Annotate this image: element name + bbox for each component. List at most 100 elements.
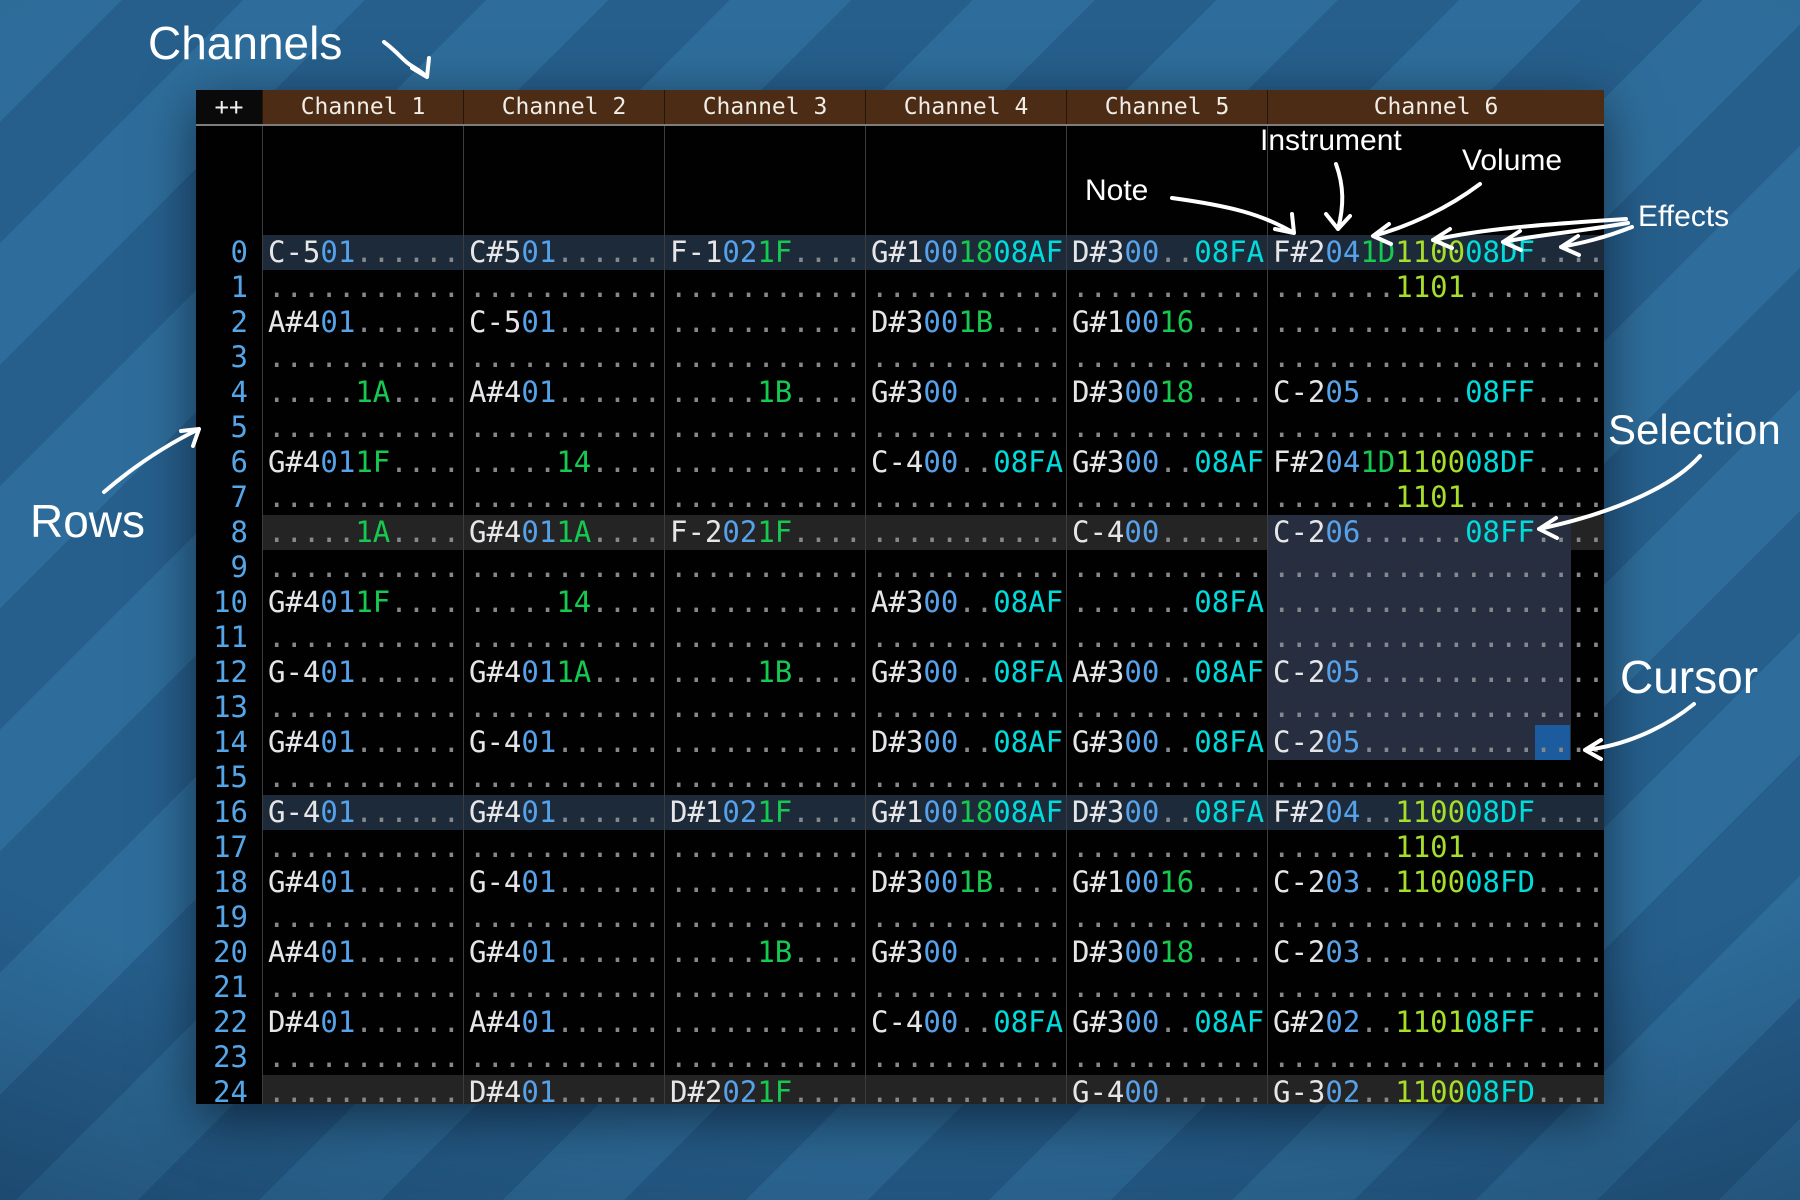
pattern-cell-ch3[interactable]: ........... [664, 620, 865, 655]
pattern-cell-ch3[interactable]: .....1B.... [664, 375, 865, 410]
pattern-cell-ch2[interactable]: .....14.... [463, 585, 664, 620]
row-number[interactable]: 13 [196, 690, 262, 725]
pattern-cell-ch3[interactable]: D#2021F.... [664, 1075, 865, 1104]
pattern-cell-ch3[interactable]: ........... [664, 305, 865, 340]
pattern-cell-ch5[interactable]: ........... [1066, 270, 1267, 305]
pattern-cell-ch2[interactable]: D#401...... [463, 1075, 664, 1104]
pattern-cell-ch2[interactable]: G-401...... [463, 725, 664, 760]
pattern-cell-ch3[interactable]: ........... [664, 830, 865, 865]
pattern-cell-ch1[interactable]: ........... [262, 1040, 463, 1075]
pattern-cell-ch5[interactable]: .......08FA [1066, 585, 1267, 620]
pattern-cell-ch3[interactable]: ........... [664, 480, 865, 515]
row-number[interactable]: 22 [196, 1005, 262, 1040]
pattern-cell-ch1[interactable]: A#401...... [262, 935, 463, 970]
pattern-cell-ch1[interactable]: ........... [262, 970, 463, 1005]
pattern-cell-ch5[interactable]: ........... [1066, 1040, 1267, 1075]
pattern-cell-ch1[interactable]: G#4011F.... [262, 445, 463, 480]
row-number[interactable]: 10 [196, 585, 262, 620]
pattern-cell-ch5[interactable]: D#300..08FA [1066, 795, 1267, 830]
row-number[interactable]: 2 [196, 305, 262, 340]
pattern-cell-ch6[interactable]: .......1101........ [1267, 480, 1604, 515]
pattern-cell-ch1[interactable]: ........... [262, 620, 463, 655]
pattern-cell-ch6[interactable]: ................... [1267, 305, 1604, 340]
pattern-cell-ch5[interactable]: ........... [1066, 620, 1267, 655]
pattern-cell-ch6[interactable]: G-302..110008FD.... [1267, 1075, 1604, 1104]
pattern-cell-ch5[interactable]: ........... [1066, 970, 1267, 1005]
pattern-cell-ch6[interactable]: C-203.............. [1267, 935, 1604, 970]
pattern-cell-ch3[interactable]: ........... [664, 585, 865, 620]
pattern-cell-ch3[interactable]: ........... [664, 725, 865, 760]
pattern-cell-ch3[interactable]: ........... [664, 550, 865, 585]
pattern-cell-ch3[interactable]: ........... [664, 970, 865, 1005]
pattern-cell-ch6[interactable]: F#204..110008DF.... [1267, 795, 1604, 830]
row-number[interactable]: 7 [196, 480, 262, 515]
pattern-cell-ch6[interactable]: ................... [1267, 900, 1604, 935]
pattern-cell-ch6[interactable]: C-206......08FF.... [1267, 515, 1604, 550]
row-number[interactable]: 0 [196, 235, 262, 270]
row-number[interactable]: 1 [196, 270, 262, 305]
pattern-cell-ch2[interactable]: .....14.... [463, 445, 664, 480]
pattern-cell-ch5[interactable]: ........... [1066, 410, 1267, 445]
pattern-cell-ch1[interactable]: ........... [262, 900, 463, 935]
row-number[interactable]: 23 [196, 1040, 262, 1075]
row-number[interactable]: 12 [196, 655, 262, 690]
channel-header-1[interactable]: Channel 1 [262, 90, 463, 124]
row-number[interactable]: 9 [196, 550, 262, 585]
pattern-cell-ch2[interactable]: ........... [463, 690, 664, 725]
pattern-cell-ch5[interactable]: D#30018.... [1066, 375, 1267, 410]
pattern-cell-ch1[interactable]: G#4011F.... [262, 585, 463, 620]
pattern-cell-ch2[interactable]: ........... [463, 620, 664, 655]
pattern-cell-ch3[interactable]: F-1021F.... [664, 235, 865, 270]
pattern-cell-ch6[interactable]: ................... [1267, 410, 1604, 445]
row-number[interactable]: 8 [196, 515, 262, 550]
pattern-cell-ch2[interactable]: ........... [463, 480, 664, 515]
pattern-cell-ch6[interactable]: F#2041D110008DF.... [1267, 445, 1604, 480]
pattern-cell-ch5[interactable]: G#300..08FA [1066, 725, 1267, 760]
pattern-cell-ch1[interactable]: D#401...... [262, 1005, 463, 1040]
channel-header-6[interactable]: Channel 6 [1267, 90, 1604, 124]
pattern-cell-ch3[interactable]: ........... [664, 410, 865, 445]
row-number[interactable]: 4 [196, 375, 262, 410]
channel-header-4[interactable]: Channel 4 [865, 90, 1066, 124]
pattern-cell-ch5[interactable]: ........... [1066, 690, 1267, 725]
pattern-cell-ch5[interactable]: G#300..08AF [1066, 1005, 1267, 1040]
pattern-cell-ch3[interactable]: ........... [664, 270, 865, 305]
pattern-cell-ch1[interactable]: G#401...... [262, 865, 463, 900]
row-number[interactable]: 21 [196, 970, 262, 1005]
pattern-cell-ch3[interactable]: D#1021F.... [664, 795, 865, 830]
pattern-cell-ch5[interactable]: ........... [1066, 550, 1267, 585]
pattern-cell-ch4[interactable]: D#3001B.... [865, 305, 1066, 340]
channel-collapse-button[interactable]: ++ [196, 90, 262, 124]
pattern-cell-ch2[interactable]: ........... [463, 900, 664, 935]
pattern-cell-ch1[interactable]: ........... [262, 1075, 463, 1104]
pattern-cell-ch4[interactable]: ........... [865, 340, 1066, 375]
pattern-cell-ch2[interactable]: G#4011A.... [463, 655, 664, 690]
pattern-cell-ch4[interactable]: G#300..08FA [865, 655, 1066, 690]
pattern-cell-ch1[interactable]: ........... [262, 550, 463, 585]
pattern-cell-ch6[interactable]: C-205.............. [1267, 655, 1604, 690]
pattern-cell-ch2[interactable]: G#401...... [463, 795, 664, 830]
pattern-cell-ch2[interactable]: ........... [463, 340, 664, 375]
pattern-cell-ch1[interactable]: .....1A.... [262, 375, 463, 410]
pattern-cell-ch4[interactable]: G#300...... [865, 935, 1066, 970]
row-number[interactable]: 5 [196, 410, 262, 445]
pattern-cell-ch5[interactable]: C-400...... [1066, 515, 1267, 550]
pattern-cell-ch6[interactable]: C-203..110008FD.... [1267, 865, 1604, 900]
pattern-cell-ch2[interactable]: G#401...... [463, 935, 664, 970]
pattern-cell-ch4[interactable]: ........... [865, 1075, 1066, 1104]
pattern-cell-ch6[interactable]: .......1101........ [1267, 830, 1604, 865]
pattern-cell-ch4[interactable]: ........... [865, 620, 1066, 655]
pattern-cell-ch6[interactable]: ................... [1267, 585, 1604, 620]
pattern-cell-ch3[interactable]: ........... [664, 760, 865, 795]
pattern-cell-ch3[interactable]: ........... [664, 900, 865, 935]
pattern-cell-ch1[interactable]: G-401...... [262, 795, 463, 830]
pattern-cell-ch6[interactable]: .......1101........ [1267, 270, 1604, 305]
pattern-cell-ch1[interactable]: ........... [262, 410, 463, 445]
pattern-cell-ch3[interactable]: ........... [664, 1005, 865, 1040]
pattern-cell-ch6[interactable]: F#2041D110008DF.... [1267, 235, 1604, 270]
pattern-cell-ch4[interactable]: C-400..08FA [865, 445, 1066, 480]
row-number[interactable]: 3 [196, 340, 262, 375]
pattern-cell-ch3[interactable]: ........... [664, 445, 865, 480]
pattern-cell-ch2[interactable]: ........... [463, 760, 664, 795]
row-number[interactable]: 11 [196, 620, 262, 655]
